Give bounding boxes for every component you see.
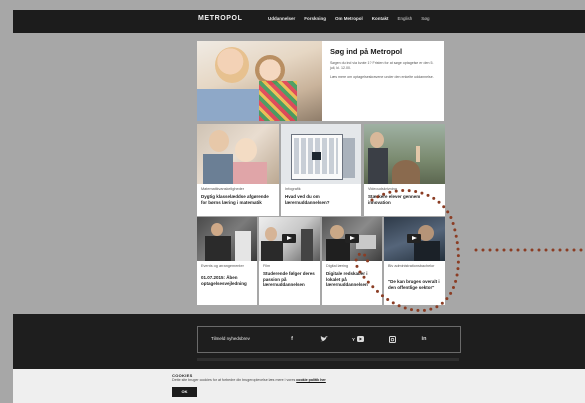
tile-title[interactable]: Hvad ved du om lærernuddannelsen? — [285, 194, 358, 205]
hero-text-2: Læs mere om optagelseskravene under den … — [330, 75, 434, 79]
tile-category: Matematikvanskeligheder — [201, 187, 245, 191]
footer-divider — [197, 358, 459, 361]
hero-title: Søg ind på Metropol — [330, 47, 403, 56]
cookie-ok-button[interactable]: OK — [172, 387, 197, 397]
nav-kontakt[interactable]: Kontakt — [372, 16, 389, 21]
tile-category: Infografik — [285, 187, 301, 191]
footer: Tilmeld nyhedsbrev f Y in — [13, 314, 585, 369]
tile-title[interactable]: Studerende følger deres passion på lærer… — [263, 271, 317, 288]
social-links: f Y in — [288, 336, 428, 345]
tile-administration[interactable]: Blv administrationsbachelor "De kan brug… — [384, 217, 445, 305]
cookie-policy-link[interactable]: cookie politik her — [296, 378, 326, 382]
tile-digital[interactable]: Digital læring Digitale redskaber i loka… — [322, 217, 382, 305]
instagram-icon[interactable] — [388, 336, 396, 345]
cookie-text: Dette site bruger cookies for at forbedr… — [172, 378, 326, 382]
tile-photo — [364, 124, 445, 184]
hero-photo — [197, 41, 322, 121]
tile-title[interactable]: "De kan bruges overalt i den offentlige … — [388, 279, 442, 290]
hero-text-1: Søgen du ind via kvote 1? Fristen for at… — [330, 61, 434, 70]
nav-forskning[interactable]: Forskning — [304, 16, 326, 21]
hero-banner[interactable]: Søg ind på Metropol Søgen du ind via kvo… — [197, 41, 444, 121]
play-icon[interactable] — [407, 234, 421, 243]
tile-infografik[interactable]: Infografik Hvad ved du om lærernuddannel… — [281, 124, 361, 216]
nav-uddannelser[interactable]: Uddannelser — [268, 16, 295, 21]
top-navigation: METROPOL Uddannelser Forskning Om Metrop… — [13, 10, 585, 33]
tile-illustration — [281, 124, 361, 184]
tile-category: Digital læring — [326, 264, 349, 268]
tile-category: Videoudskrivning — [368, 187, 397, 191]
tile-events[interactable]: Events og arrangementer 01.07.2015: Åben… — [197, 217, 257, 305]
newsletter-label[interactable]: Tilmeld nyhedsbrev — [211, 336, 250, 341]
nav-om-metropol[interactable]: Om Metropol — [335, 16, 363, 21]
newsletter-box[interactable]: Tilmeld nyhedsbrev f Y in — [197, 326, 461, 353]
tile-category: Events og arrangementer — [201, 264, 244, 268]
tile-category: Film — [263, 264, 271, 268]
tile-title[interactable]: Stærkere elever gennem innovation — [368, 194, 442, 205]
nav-english[interactable]: English — [398, 16, 413, 21]
nav-search[interactable]: Søg — [421, 16, 429, 21]
metropol-logo[interactable]: METROPOL — [198, 15, 242, 22]
main-menu: Uddannelser Forskning Om Metropol Kontak… — [268, 16, 430, 21]
tile-photo — [197, 124, 279, 184]
cookie-banner: COOKIES Dette site bruger cookies for at… — [13, 369, 585, 403]
tile-innovation[interactable]: Videoudskrivning Stærkere elever gennem … — [364, 124, 445, 216]
play-icon[interactable] — [345, 234, 359, 243]
tile-film[interactable]: Film Studerende følger deres passion på … — [259, 217, 320, 305]
tile-title[interactable]: Digitale redskaber i lokalet på lærernud… — [326, 271, 379, 288]
tile-matematik[interactable]: Matematikvanskeligheder Dygtig klasselæd… — [197, 124, 279, 216]
cookie-message: Dette site bruger cookies for at forbedr… — [172, 378, 296, 382]
youtube-icon[interactable]: Y — [352, 336, 364, 345]
play-icon[interactable] — [282, 234, 296, 243]
twitter-icon[interactable] — [320, 336, 328, 345]
tile-category: Blv administrationsbachelor — [388, 264, 435, 268]
facebook-icon[interactable]: f — [288, 336, 296, 345]
hero-text: Søg ind på Metropol Søgen du ind via kvo… — [330, 47, 438, 84]
svg-text:Y: Y — [352, 337, 355, 342]
linkedin-icon[interactable]: in — [420, 336, 428, 345]
page-frame: METROPOL Uddannelser Forskning Om Metrop… — [0, 0, 585, 403]
tile-photo — [197, 217, 257, 261]
tile-title[interactable]: 01.07.2015: Åben optagelsesvejledning — [201, 275, 254, 286]
tile-title[interactable]: Dygtig klasselæddse afgørende for børns … — [201, 194, 276, 205]
